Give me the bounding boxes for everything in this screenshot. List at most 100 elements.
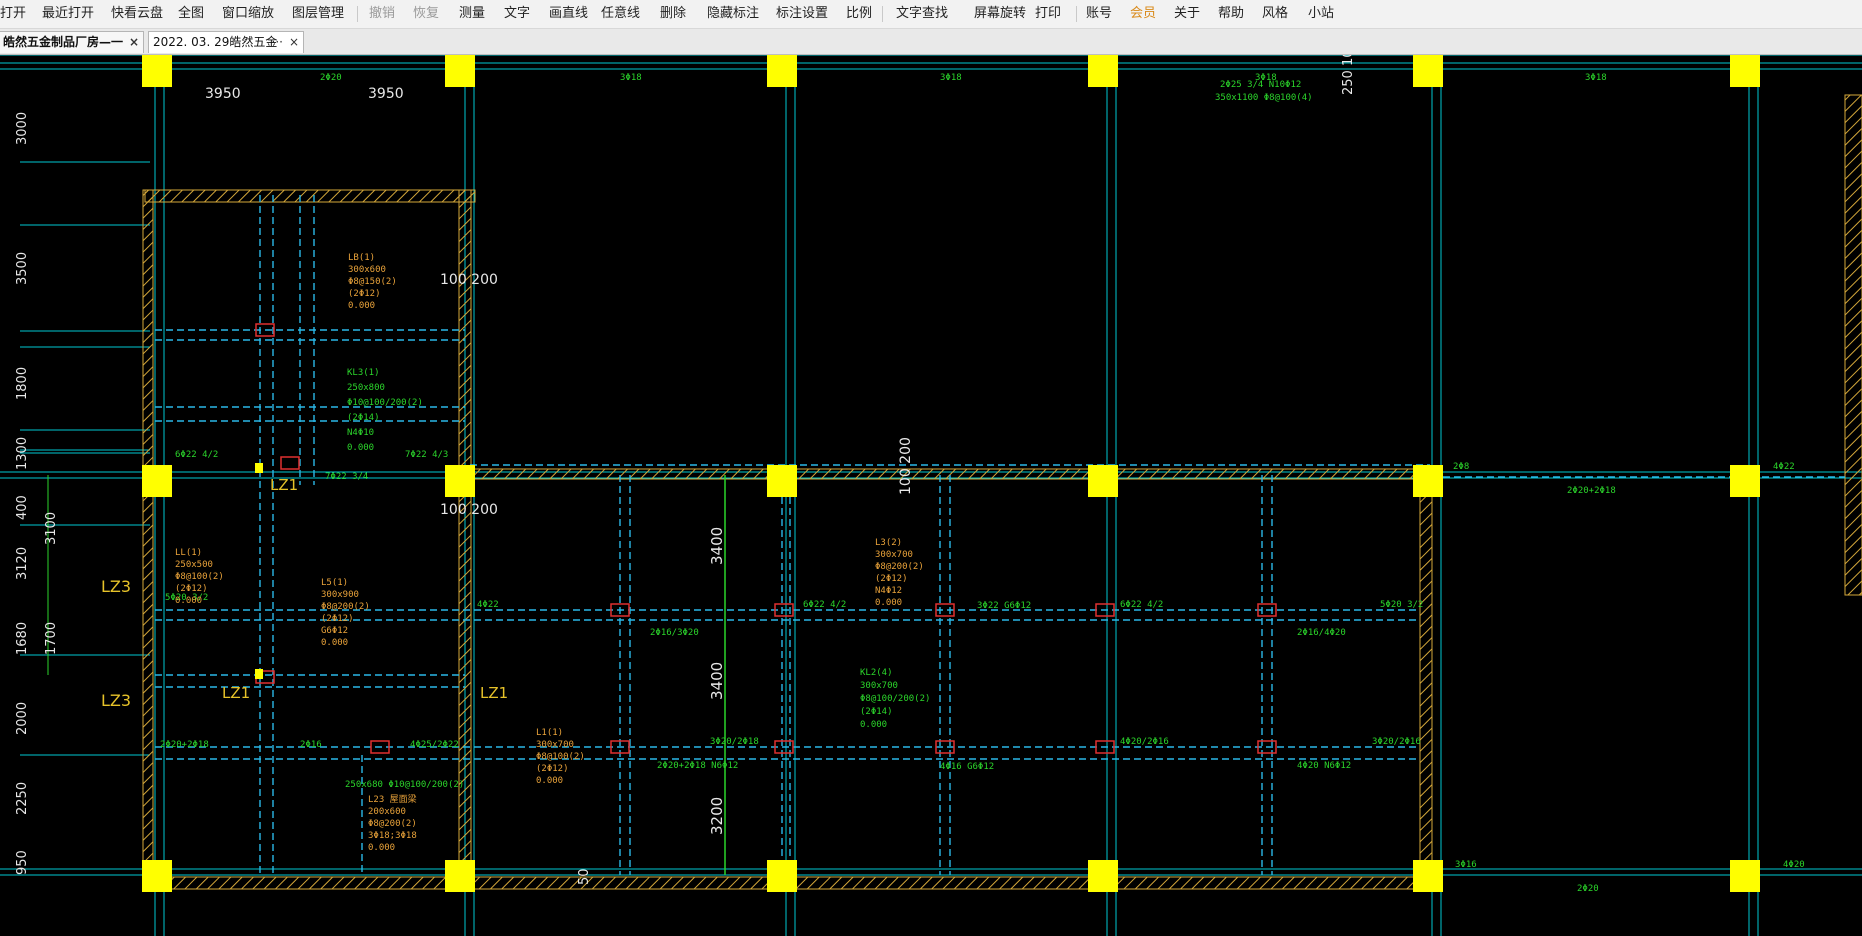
rebar-annotation: 7Φ22 3/4 xyxy=(325,472,368,482)
beam-annotation: 250x500 xyxy=(175,560,213,570)
document-tab-2[interactable]: 2022. 03. 29皓然五金 ··· × xyxy=(148,31,304,53)
cad-drawing-canvas[interactable]: 3950 3950 3000 3500 1800 1300 400 3120 1680 2000 2… xyxy=(0,55,1862,936)
beam-annotation: 3Φ18;3Φ18 xyxy=(368,831,417,841)
tab-bar: 皓然五金制品厂房—一 × 2022. 03. 29皓然五金 ··· × xyxy=(0,29,1862,55)
dim-text: 3500 xyxy=(15,252,30,285)
rebar-annotation: Φ8@100/200(2) xyxy=(860,694,930,704)
toolbar-item-6[interactable]: 图层管理 xyxy=(292,5,344,23)
document-tab-1[interactable]: 皓然五金制品厂房—一 × xyxy=(0,31,144,53)
rebar-annotation: 350x1100 Φ8@100(4) xyxy=(1215,93,1313,103)
rebar-annotation: 5Φ20 3/2 xyxy=(1380,600,1423,610)
dim-text: 3120 xyxy=(15,547,30,580)
toolbar: 打开 最近打开 快看云盘 全图 窗口缩放 图层管理 撤销 恢复 测量 文字 画直线 任意线 删除 隐藏标注… xyxy=(0,0,1862,29)
rebar-annotation: 6Φ22 4/2 xyxy=(1120,600,1163,610)
toolbar-item-19[interactable]: 打印 xyxy=(1035,5,1061,23)
tab-close-icon[interactable]: × xyxy=(289,32,299,53)
beam-annotation: 300x700 xyxy=(875,550,913,560)
dim-text: 3950 xyxy=(368,86,404,102)
toolbar-item-21[interactable]: 会员 xyxy=(1130,5,1156,23)
beam-annotation: Φ8@100(2) xyxy=(175,572,224,582)
beam-annotation: 300x700 xyxy=(536,740,574,750)
rebar-annotation: 4Φ20/2Φ16 xyxy=(1120,737,1169,747)
toolbar-item-13[interactable]: 删除 xyxy=(660,5,686,23)
rebar-annotation: 4Φ16 G6Φ12 xyxy=(940,762,994,772)
beam-annotation: 0.000 xyxy=(368,843,395,853)
column xyxy=(1088,55,1118,87)
column xyxy=(142,465,172,497)
toolbar-item-15[interactable]: 标注设置 xyxy=(776,5,828,23)
beam-annotation: 300x900 xyxy=(321,590,359,600)
side-tag: LZ3 xyxy=(101,577,131,596)
rebar-annotation: (2Φ14) xyxy=(347,413,380,423)
marker-text: 250 10 xyxy=(1341,55,1356,95)
dim-text: 1700 xyxy=(44,622,59,655)
beam-annotation: 0.000 xyxy=(875,598,902,608)
toolbar-separator xyxy=(882,6,883,22)
toolbar-item-24[interactable]: 风格 xyxy=(1262,5,1288,23)
beam-annotation: (2Φ12) xyxy=(536,764,569,774)
toolbar-item-10[interactable]: 文字 xyxy=(504,5,530,23)
marker-text: 100 200 xyxy=(898,437,914,495)
dim-text: 400 xyxy=(15,495,30,520)
column-small xyxy=(255,669,263,679)
rebar-annotation: 2Φ16 xyxy=(300,740,322,750)
toolbar-item-20[interactable]: 账号 xyxy=(1086,5,1112,23)
rebar-annotation: 6Φ22 4/2 xyxy=(803,600,846,610)
toolbar-item-8[interactable]: 恢复 xyxy=(413,5,439,23)
beam-annotation: 200x600 xyxy=(368,807,406,817)
rebar-annotation: 2Φ20 xyxy=(1577,884,1599,894)
beam-annotation: 0.000 xyxy=(348,301,375,311)
toolbar-item-3[interactable]: 快看云盘 xyxy=(111,5,163,23)
column xyxy=(445,55,475,87)
beam-annotation: G6Φ12 xyxy=(321,626,348,636)
dim-text: 3200 xyxy=(708,797,726,835)
dim-text: 2000 xyxy=(15,702,30,735)
beam-annotation: N4Φ12 xyxy=(875,586,902,596)
rebar-annotation: 250x800 xyxy=(347,383,385,393)
toolbar-item-11[interactable]: 画直线 xyxy=(549,5,588,23)
rebar-annotation: KL3(1) xyxy=(347,368,380,378)
toolbar-item-9[interactable]: 测量 xyxy=(459,5,485,23)
beam-annotation: (2Φ12) xyxy=(321,614,354,624)
side-tag: LZ3 xyxy=(101,691,131,710)
rebar-annotation: 2Φ20+2Φ18 N6Φ12 xyxy=(657,761,738,771)
dim-text: 1800 xyxy=(15,367,30,400)
toolbar-item-17[interactable]: 文字查找 xyxy=(896,5,948,23)
tab-close-icon[interactable]: × xyxy=(129,32,139,53)
toolbar-item-16[interactable]: 比例 xyxy=(846,5,872,23)
rebar-annotation: 2Φ25 3/4 N10Φ12 xyxy=(1220,80,1301,90)
toolbar-item-12[interactable]: 任意线 xyxy=(601,5,640,23)
rebar-annotation: 300x700 xyxy=(860,681,898,691)
toolbar-item-22[interactable]: 关于 xyxy=(1174,5,1200,23)
cad-drawing-svg[interactable]: 3950 3950 3000 3500 1800 1300 400 3120 1680 2000 2… xyxy=(0,55,1862,936)
beam-annotation: (2Φ12) xyxy=(175,584,208,594)
tab-more-icon[interactable]: ··· xyxy=(272,32,283,53)
toolbar-item-5[interactable]: 窗口缩放 xyxy=(222,5,274,23)
rebar-annotation: 3Φ18 xyxy=(1585,73,1607,83)
beam-annotation: L23 屋面梁 xyxy=(368,793,417,805)
column xyxy=(1088,465,1118,497)
column xyxy=(445,465,475,497)
toolbar-item-1[interactable]: 打开 xyxy=(0,5,26,23)
rebar-annotation: 2Φ20+2Φ18 xyxy=(1567,486,1616,496)
rebar-annotation: 3Φ18 xyxy=(620,73,642,83)
beam-annotation: 0.000 xyxy=(536,776,563,786)
toolbar-item-4[interactable]: 全图 xyxy=(178,5,204,23)
toolbar-item-14[interactable]: 隐藏标注 xyxy=(707,5,759,23)
toolbar-item-23[interactable]: 帮助 xyxy=(1218,5,1244,23)
toolbar-item-2[interactable]: 最近打开 xyxy=(42,5,94,23)
rebar-annotation: 250x680 Φ10@100/200(2) xyxy=(345,780,464,790)
toolbar-separator xyxy=(357,6,358,22)
toolbar-item-25[interactable]: 小站 xyxy=(1308,5,1334,23)
toolbar-item-7[interactable]: 撤销 xyxy=(369,5,395,23)
beam-annotation: L5(1) xyxy=(321,578,348,588)
tab-label: 皓然五金制品厂房—一 xyxy=(3,35,124,49)
dim-text: 1680 xyxy=(15,622,30,655)
rebar-annotation: 4Φ22 xyxy=(477,600,499,610)
column xyxy=(142,860,172,892)
rebar-annotation: 3Φ20/2Φ18 xyxy=(710,737,759,747)
column-tag: LZ1 xyxy=(270,476,298,494)
toolbar-item-18[interactable]: 屏幕旋转 xyxy=(974,5,1026,23)
column xyxy=(767,465,797,497)
column xyxy=(1730,860,1760,892)
